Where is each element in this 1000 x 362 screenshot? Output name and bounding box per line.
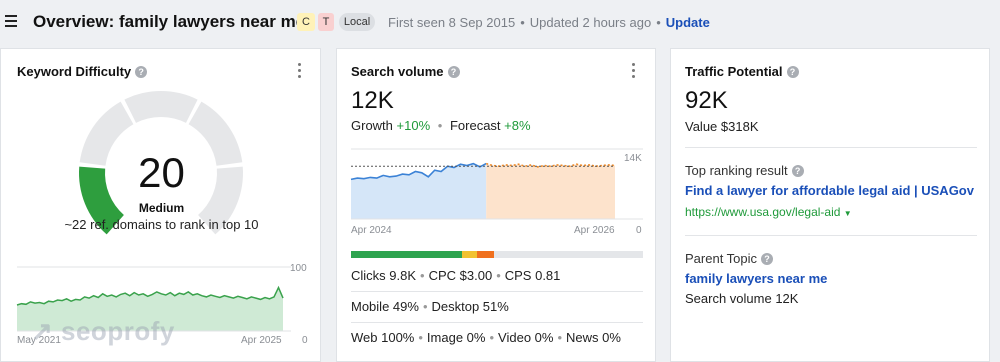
sv-date-start: Apr 2024 [351, 225, 392, 236]
divider [351, 291, 643, 292]
parent-topic-volume: Search volume 12K [685, 291, 799, 306]
kd-date-end: Apr 2025 [241, 335, 282, 346]
sv-forecast-area [486, 163, 615, 219]
header-meta: First seen 8 Sep 2015 • Updated 2 hours ag… [388, 15, 710, 30]
sv-clicks-row: Clicks 9.8K • CPC $3.00 • CPS 0.81 [351, 268, 561, 283]
kd-gauge-segment [124, 91, 198, 123]
page-title: Overview: family lawyers near me [33, 12, 306, 31]
keyword-difficulty-card: Keyword Difficulty? 20 Medium ~22 ref. d… [0, 48, 321, 362]
seoprofy-watermark: ↗ seoprofy [31, 316, 175, 346]
kd-axis-max: 100 [290, 263, 307, 274]
tp-title: Traffic Potential? [685, 64, 799, 79]
menu-icon[interactable] [5, 15, 17, 27]
sv-serp-row: Web 100% • Image 0% • Video 0% • News 0% [351, 330, 621, 345]
kd-value: 20 [138, 149, 185, 196]
sv-bar-segment [494, 251, 643, 258]
chevron-down-icon[interactable]: ▼ [844, 209, 852, 218]
update-link[interactable]: Update [666, 15, 710, 30]
help-icon[interactable]: ? [791, 165, 804, 177]
kd-axis-min: 0 [302, 335, 308, 346]
top-ranking-label: Top ranking result? [685, 163, 804, 178]
help-icon[interactable]: ? [786, 66, 799, 78]
top-ranking-title-link[interactable]: Find a lawyer for affordable legal aid |… [685, 183, 974, 198]
intent-chip-commercial: C [297, 13, 315, 31]
divider [351, 322, 643, 323]
divider [685, 235, 977, 236]
divider [685, 147, 977, 148]
help-icon[interactable]: ? [761, 253, 774, 265]
sv-date-end: Apr 2026 [574, 225, 615, 236]
sv-bar-segment [476, 251, 495, 258]
page-header: Overview: family lawyers near me C T Loc… [0, 0, 1000, 44]
intent-chip-local: Local [339, 13, 375, 31]
sv-device-row: Mobile 49% • Desktop 51% [351, 299, 509, 314]
tp-value: 92K [685, 87, 728, 114]
sv-chart [350, 148, 643, 220]
sv-bar-segment [461, 251, 477, 258]
intent-chip-transactional: T [318, 13, 334, 31]
traffic-potential-card: Traffic Potential? 92K Value $318K Top r… [670, 48, 990, 362]
top-ranking-url-link[interactable]: https://www.usa.gov/legal-aid ▼ [685, 205, 852, 219]
parent-topic-link[interactable]: family lawyers near me [685, 271, 827, 286]
tp-value-label: Value $318K [685, 119, 759, 134]
updated-text: Updated 2 hours ago [529, 15, 652, 30]
kd-level: Medium [138, 201, 185, 215]
sv-axis-max: 14K [624, 153, 642, 164]
parent-topic-label: Parent Topic? [685, 251, 774, 266]
sv-bar-segment [351, 251, 462, 258]
kd-description: ~22 ref. domains to rank in top 10 [64, 217, 259, 232]
search-volume-card: Search volume? 12K Growth +10% • Forecas… [336, 48, 656, 362]
first-seen-text: First seen 8 Sep 2015 [388, 15, 516, 30]
sv-axis-min: 0 [636, 225, 642, 236]
sv-chart-svg [350, 148, 643, 220]
